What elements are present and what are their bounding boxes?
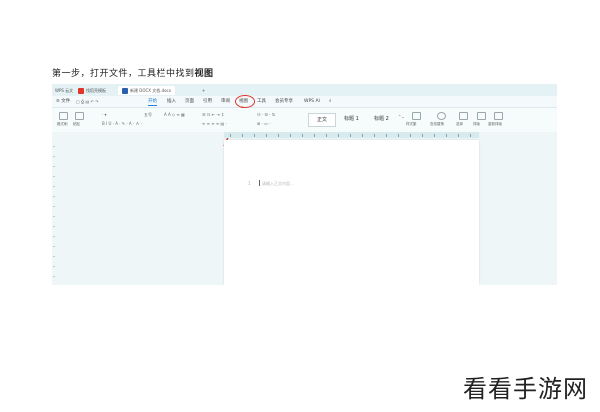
alignment-buttons[interactable]: ≡ ≡ ≡ ≡ ▤ · — [202, 121, 227, 126]
find-replace-icon[interactable] — [437, 112, 446, 120]
ruler-tick — [374, 134, 375, 137]
paste-label: 粘贴 — [73, 122, 80, 126]
ruler-tick — [434, 134, 435, 137]
ruler-tick — [410, 134, 411, 137]
ruler-tick — [338, 134, 339, 137]
ruler-tick — [326, 134, 327, 137]
vruler-tick — [53, 146, 55, 147]
vruler-tick — [53, 236, 55, 237]
vruler-tick — [53, 186, 55, 187]
style-heading-1[interactable]: 标题 1 — [344, 113, 359, 125]
font-name-dropdown[interactable]: · ▾ — [102, 112, 107, 117]
vertical-ruler[interactable] — [52, 140, 56, 285]
vruler-tick — [53, 196, 55, 197]
format-painter-icon[interactable] — [59, 112, 68, 120]
vruler-tick — [53, 246, 55, 247]
step-caption: 第一步，打开文件，工具栏中找到视图 — [52, 66, 214, 79]
font-size-adjust-icons[interactable]: A A ◇ ≡ ▦ — [164, 112, 185, 117]
vruler-tick — [53, 256, 55, 257]
ruler-tick — [278, 134, 279, 137]
layout-icon[interactable] — [477, 112, 486, 120]
ruler-tick — [470, 134, 471, 137]
vruler-tick — [53, 156, 55, 157]
reorganize-label: 重新排版 — [488, 122, 502, 126]
vruler-tick — [53, 216, 55, 217]
ruler-tick — [254, 134, 255, 137]
select-icon[interactable] — [459, 112, 468, 120]
vruler-tick — [53, 206, 55, 207]
ruler-tick — [386, 134, 387, 137]
style-normal[interactable]: 正文 — [308, 113, 336, 127]
ruler-tick — [230, 134, 231, 137]
style-set-icon[interactable] — [412, 112, 421, 120]
site-watermark: 看看手游网 — [463, 375, 588, 403]
ribbon-toolbar: 格式刷 粘贴 · ▾ 五号 B I U · A · ✎ · A · Ａ · A … — [52, 108, 557, 133]
vruler-tick — [53, 266, 55, 267]
border-buttons[interactable]: ⊞ · ▭ · — [257, 121, 271, 126]
style-set-label: 样式集 — [406, 122, 417, 126]
paste-icon[interactable] — [75, 112, 84, 120]
list-buttons[interactable]: ☷ · ☰ · ⇅ — [257, 112, 275, 117]
ruler-tick — [446, 134, 447, 137]
caption-text: 第一步，打开文件，工具栏中找到 — [52, 69, 195, 79]
wps-window-screenshot: WPS 云文 找稻壳模板 新建 DOCX 文档.docx + ≡ 文件 ▢ ⎙ … — [52, 84, 557, 285]
style-scroll-icon[interactable]: ⌃⌄ — [398, 114, 405, 119]
find-replace-label: 查找替换 — [430, 122, 444, 126]
vruler-tick — [53, 176, 55, 177]
style-heading-2[interactable]: 标题 2 — [374, 113, 389, 125]
format-painter-label: 格式刷 — [57, 122, 68, 126]
reorganize-icon[interactable] — [494, 112, 503, 120]
ruler-tick — [362, 134, 363, 137]
font-size-dropdown[interactable]: 五号 — [144, 112, 152, 118]
select-label: 选择 — [456, 122, 463, 126]
ruler-tick — [458, 134, 459, 137]
vruler-tick — [53, 226, 55, 227]
font-format-buttons[interactable]: B I U · A · ✎ · A · Ａ · — [102, 121, 142, 127]
ruler-tick — [398, 134, 399, 137]
ruler-tick — [302, 134, 303, 137]
ruler-tick — [290, 134, 291, 137]
layout-label: 排版 — [473, 122, 480, 126]
ruler-tick — [422, 134, 423, 137]
ruler-tick — [242, 134, 243, 137]
ruler-text-area — [224, 132, 479, 138]
ruler-tick — [314, 134, 315, 137]
line-number: 1 — [248, 181, 251, 186]
ruler-tick — [350, 134, 351, 137]
text-cursor — [259, 180, 260, 186]
vruler-tick — [53, 166, 55, 167]
document-placeholder[interactable]: 请输入正文内容... — [262, 181, 294, 187]
caption-highlight: 视图 — [194, 69, 214, 79]
ruler-tick — [266, 134, 267, 137]
vruler-tick — [53, 276, 55, 277]
paragraph-buttons[interactable]: ☰ ☷ ⇤ ⇥ ↕ — [202, 112, 224, 117]
document-page[interactable]: 1 请输入正文内容... — [224, 140, 479, 285]
